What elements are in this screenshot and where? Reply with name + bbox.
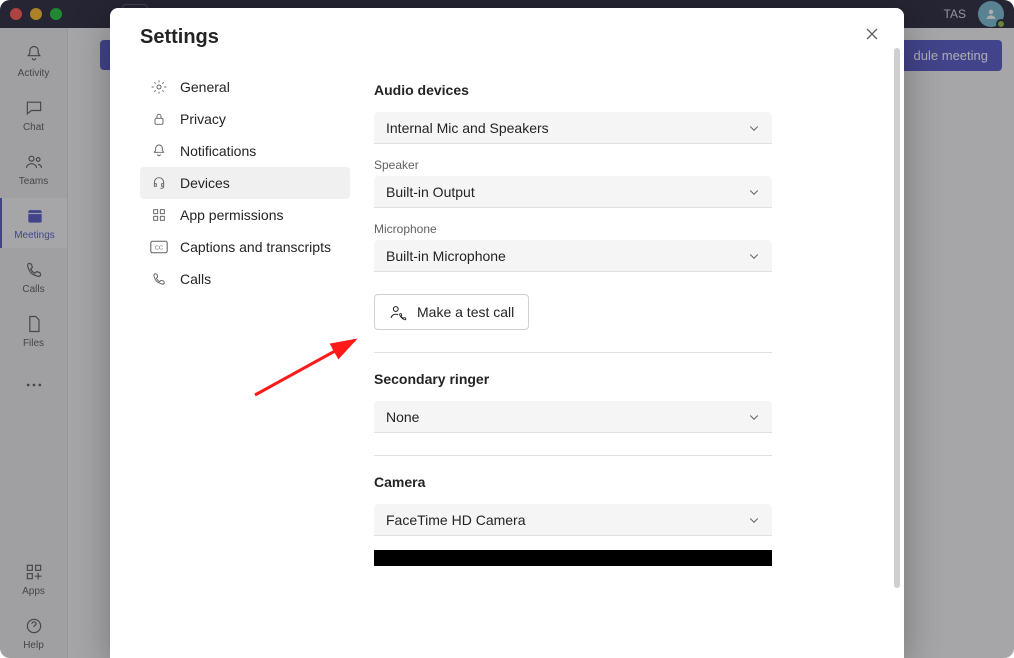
chevron-down-icon [748,250,760,262]
microphone-label: Microphone [374,222,858,236]
nav-general[interactable]: General [140,71,350,103]
lock-icon [150,110,168,128]
chevron-down-icon [748,411,760,423]
speaker-select[interactable]: Built-in Output [374,176,772,208]
nav-devices[interactable]: Devices [140,167,350,199]
person-call-icon [389,303,407,321]
nav-notifications[interactable]: Notifications [140,135,350,167]
nav-calls[interactable]: Calls [140,263,350,295]
nav-captions[interactable]: CC Captions and transcripts [140,231,350,263]
close-button[interactable] [864,26,880,42]
headset-icon [150,174,168,192]
chevron-down-icon [748,186,760,198]
nav-privacy[interactable]: Privacy [140,103,350,135]
chevron-down-icon [748,514,760,526]
settings-content: Audio devices Internal Mic and Speakers … [350,26,868,658]
bell-outline-icon [150,142,168,160]
scrollbar[interactable] [894,48,900,588]
gear-icon [150,78,168,96]
section-secondary-ringer: Secondary ringer [374,371,858,387]
svg-text:CC: CC [155,245,163,251]
nav-app-permissions[interactable]: App permissions [140,199,350,231]
close-icon [864,26,880,42]
speaker-label: Speaker [374,158,858,172]
section-camera: Camera [374,474,858,490]
divider [374,455,772,456]
microphone-select[interactable]: Built-in Microphone [374,240,772,272]
phone-outline-icon [150,270,168,288]
app-window: TAS Activity Chat Teams Meetings [0,0,1014,658]
section-audio-devices: Audio devices [374,82,858,98]
chevron-down-icon [748,122,760,134]
make-test-call-button[interactable]: Make a test call [374,294,529,330]
redacted-preview [374,550,772,566]
modal-title: Settings [140,26,350,49]
grid-icon [150,206,168,224]
settings-modal: Settings General Privacy Notifications [110,8,904,658]
cc-icon: CC [150,238,168,256]
divider [374,352,772,353]
camera-select[interactable]: FaceTime HD Camera [374,504,772,536]
secondary-ringer-select[interactable]: None [374,401,772,433]
audio-device-select[interactable]: Internal Mic and Speakers [374,112,772,144]
